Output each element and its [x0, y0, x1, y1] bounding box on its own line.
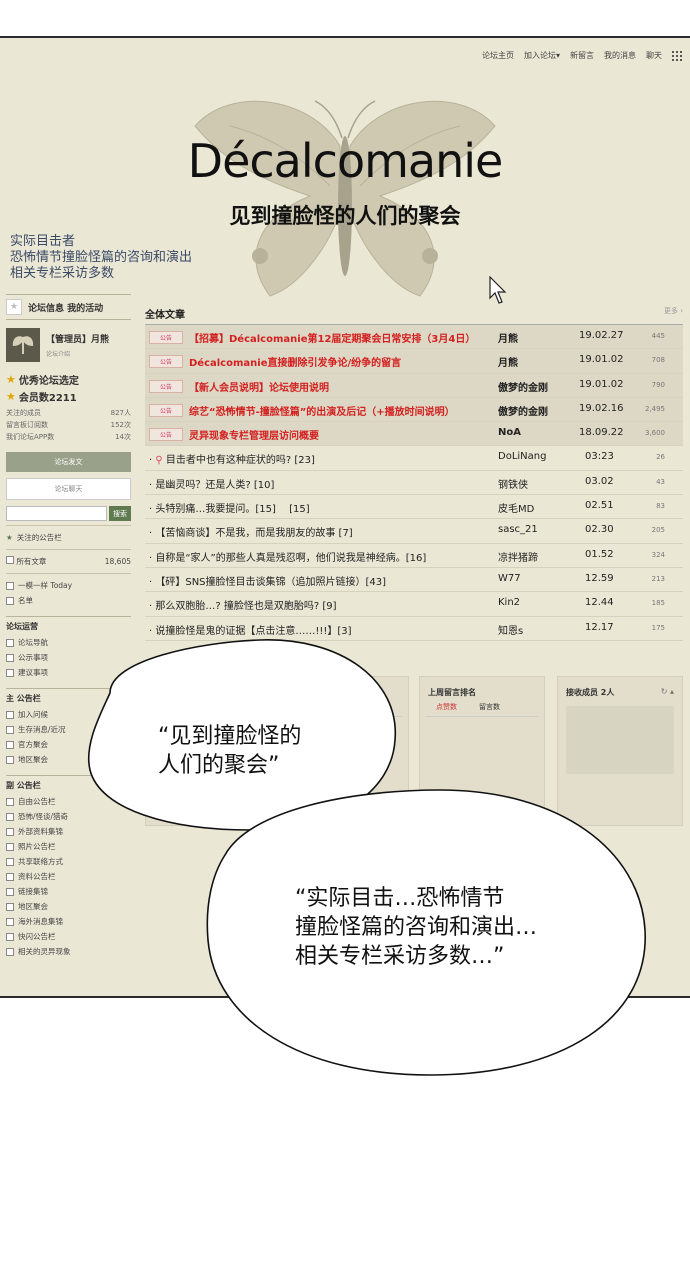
bubble-2-text: “实际目击…恐怖情节 撞脸怪篇的咨询和演出… 相关专栏采访多数…” [295, 886, 538, 969]
speech-bubbles [88, 639, 646, 1076]
bubble-1-text: “见到撞脸怪的 人们的聚会” [158, 724, 302, 778]
